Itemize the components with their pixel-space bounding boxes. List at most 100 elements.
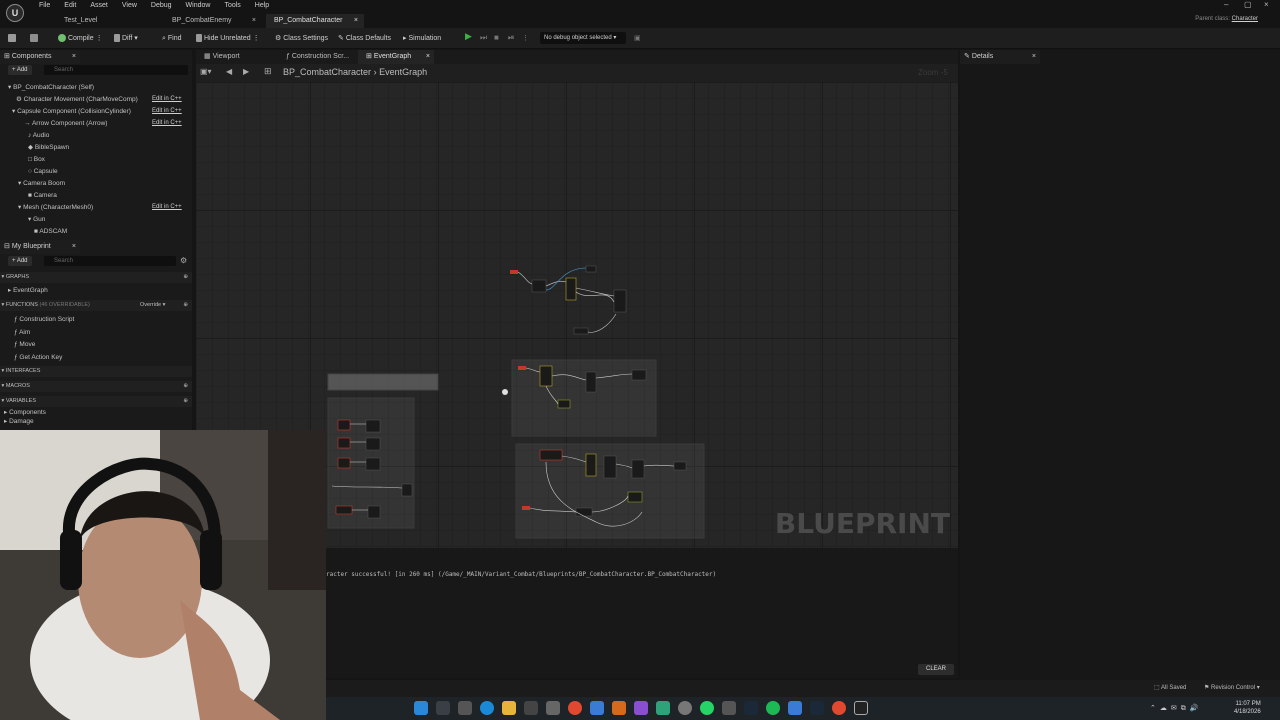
add-macro-icon[interactable]: ⊕ (183, 381, 188, 392)
details-tab[interactable]: ✎ Details × (960, 50, 1040, 64)
menu-file[interactable]: File (32, 1, 57, 11)
add-variable-icon[interactable]: ⊕ (183, 396, 188, 407)
edge-icon[interactable] (480, 701, 494, 715)
menu-debug[interactable]: Debug (144, 1, 179, 11)
debug-filter-icon[interactable]: ▣ (634, 34, 641, 43)
all-saved-indicator[interactable]: ⬚ All Saved (1154, 684, 1186, 691)
component-item[interactable]: ○ Capsule (28, 166, 58, 177)
app-icon[interactable] (546, 701, 560, 715)
component-item[interactable]: ▾ Camera Boom (18, 178, 65, 189)
interfaces-section[interactable]: ▾ INTERFACES (0, 366, 192, 377)
revision-control-button[interactable]: ⚑ Revision Control ▾ (1204, 684, 1260, 691)
steam-icon[interactable] (744, 701, 758, 715)
menu-view[interactable]: View (115, 1, 144, 11)
component-item[interactable]: ▾ Capsule Component (CollisionCylinder) (12, 106, 131, 117)
node-cluster-top[interactable] (510, 265, 627, 335)
close-icon[interactable]: × (72, 240, 76, 254)
component-item[interactable]: ♪ Audio (28, 130, 49, 141)
close-window-button[interactable]: × (1264, 0, 1269, 9)
app-icon[interactable] (678, 701, 692, 715)
node-cluster-left[interactable] (327, 373, 439, 529)
tab-construction-script[interactable]: ƒ Construction Scr... (278, 50, 356, 64)
add-function-icon[interactable]: ⊕ (183, 300, 188, 311)
whatsapp-icon[interactable] (700, 701, 714, 715)
task-view-icon[interactable] (458, 701, 472, 715)
maximize-button[interactable]: ▢ (1244, 0, 1252, 9)
compile-button[interactable]: Compile ⋮ (58, 34, 103, 43)
search-icon[interactable] (436, 701, 450, 715)
minimize-button[interactable]: – (1224, 0, 1228, 9)
unreal-taskbar-icon[interactable] (854, 701, 868, 715)
tab-viewport[interactable]: ▦ Viewport (196, 50, 272, 64)
breadcrumb-root[interactable]: BP_CombatCharacter (283, 67, 371, 77)
graph-item-eventgraph[interactable]: ▸ EventGraph (8, 285, 48, 296)
tab-bp-combat-character[interactable]: BP_CombatCharacter × (266, 14, 364, 28)
component-item[interactable]: ■ Camera (28, 190, 57, 201)
app-icon[interactable] (810, 701, 824, 715)
component-item[interactable]: ▾ Mesh (CharacterMesh0) (18, 202, 93, 213)
resume-icon[interactable]: ⏯ (508, 33, 514, 42)
step-icon[interactable]: ⏭ (480, 33, 487, 42)
forward-arrow-icon[interactable]: ▶ (243, 67, 249, 76)
component-item[interactable]: ◆ BibleSpawn (28, 142, 69, 153)
windows-start-icon[interactable] (414, 701, 428, 715)
component-item[interactable]: □ Box (28, 154, 45, 165)
graph-options-icon[interactable]: ▣▾ (200, 67, 212, 76)
edit-in-cpp-link[interactable]: Edit in C++ (152, 204, 182, 210)
save-icon[interactable] (8, 34, 16, 43)
tab-test-level[interactable]: Test_Level (56, 14, 156, 28)
more-options-icon[interactable]: ⋮ (522, 34, 529, 43)
terminal-icon[interactable] (524, 701, 538, 715)
close-icon[interactable]: × (252, 14, 256, 28)
app-icon[interactable] (722, 701, 736, 715)
add-member-button[interactable]: + Add (8, 256, 32, 266)
component-item[interactable]: ⚙ Character Movement (CharMoveComp) (16, 94, 138, 105)
macros-section[interactable]: ▾ MACROS ⊕ (0, 381, 192, 392)
tab-event-graph[interactable]: ⊞ EventGraph × (358, 50, 434, 64)
unreal-logo-icon[interactable]: U (6, 4, 24, 22)
menu-asset[interactable]: Asset (83, 1, 115, 11)
app-icon[interactable] (590, 701, 604, 715)
function-item[interactable]: ƒ Construction Script (14, 314, 74, 325)
add-graph-icon[interactable]: ⊕ (183, 272, 188, 283)
settings-gear-icon[interactable]: ⚙ (180, 256, 187, 265)
add-component-button[interactable]: + Add (8, 65, 32, 75)
system-tray[interactable]: ⌃☁✉⧉🔊 (1150, 704, 1202, 713)
override-dropdown[interactable]: Override ▾ (140, 300, 165, 311)
find-button[interactable]: ⌕ Find (162, 34, 182, 43)
my-blueprint-search-input[interactable]: Search (44, 256, 176, 266)
graphs-section[interactable]: ▾ GRAPHS ⊕ (0, 272, 192, 283)
app-icon[interactable] (612, 701, 626, 715)
menu-edit[interactable]: Edit (57, 1, 83, 11)
close-icon[interactable]: × (426, 50, 430, 64)
component-item[interactable]: ▾ Gun (28, 214, 45, 225)
play-icon[interactable]: ▶ (465, 32, 472, 41)
edit-in-cpp-link[interactable]: Edit in C++ (152, 108, 182, 114)
class-defaults-button[interactable]: ✎ Class Defaults (338, 34, 391, 43)
menu-tools[interactable]: Tools (217, 1, 247, 11)
component-item[interactable]: → Arrow Component (Arrow) (24, 118, 107, 129)
variable-category-damage[interactable]: ▸ Damage (4, 416, 34, 427)
back-arrow-icon[interactable]: ◀ (226, 67, 232, 76)
clock[interactable]: 11:07 PM 4/18/2026 (1234, 700, 1261, 716)
close-icon[interactable]: × (354, 14, 358, 28)
parent-class-link[interactable]: Character (1232, 16, 1258, 22)
browse-icon[interactable] (30, 34, 38, 43)
chrome-icon[interactable] (568, 701, 582, 715)
app-icon[interactable] (634, 701, 648, 715)
function-item[interactable]: ƒ Aim (14, 327, 30, 338)
menu-window[interactable]: Window (179, 1, 218, 11)
menu-help[interactable]: Help (248, 1, 276, 11)
function-item[interactable]: ƒ Move (14, 339, 35, 350)
hide-unrelated-button[interactable]: Hide Unrelated ⋮ (196, 34, 260, 43)
app-icon[interactable] (832, 701, 846, 715)
clear-log-button[interactable]: CLEAR (918, 664, 954, 675)
stop-icon[interactable]: ■ (494, 33, 499, 42)
components-tab[interactable]: ⊞ Components × (0, 50, 80, 64)
component-item[interactable]: ▾ BP_CombatCharacter (Self) (8, 82, 94, 93)
node-cluster-middle[interactable] (511, 359, 657, 437)
edit-in-cpp-link[interactable]: Edit in C++ (152, 96, 182, 102)
functions-section[interactable]: ▾ FUNCTIONS (46 OVERRIDABLE) Override ▾ ⊕ (0, 300, 192, 311)
variables-section[interactable]: ▾ VARIABLES ⊕ (0, 396, 192, 407)
component-item[interactable]: ■ ADSCAM (34, 226, 67, 237)
